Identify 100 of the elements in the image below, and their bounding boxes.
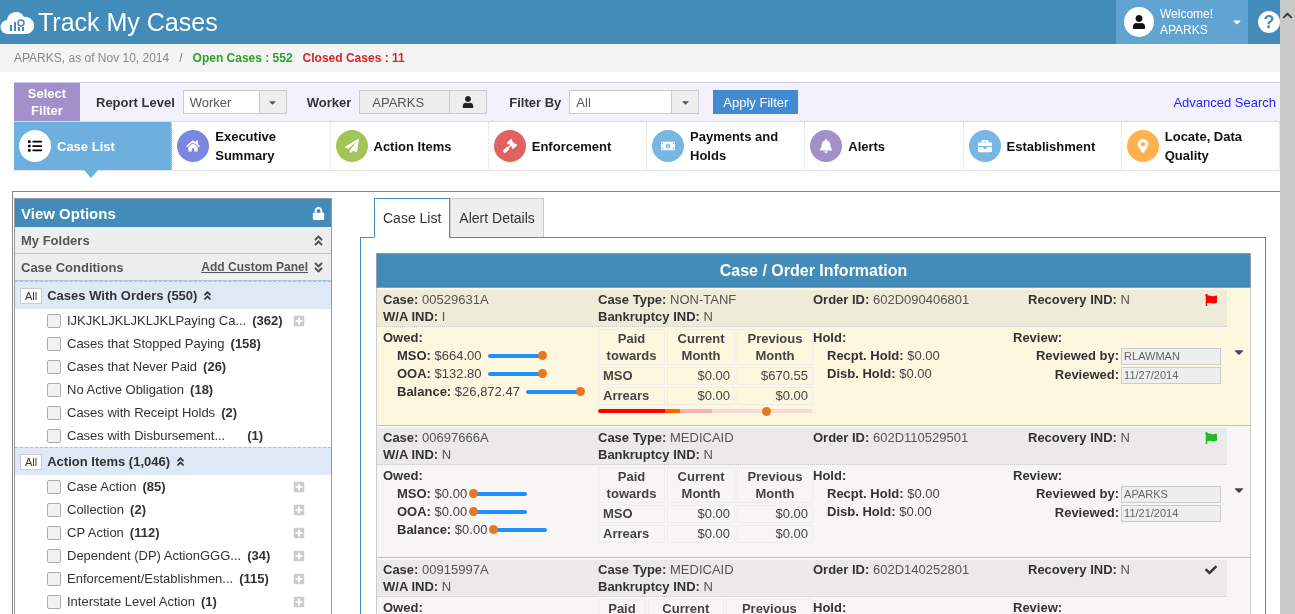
review-field[interactable]: APARKS: [1121, 485, 1222, 503]
panel-title: Case Conditions: [21, 259, 124, 275]
case-field: Case: 00697666A: [383, 429, 598, 446]
item-label: No Active Obligation: [67, 382, 185, 397]
item-count: (26): [203, 359, 227, 374]
report-level-dropdown[interactable]: Worker: [182, 90, 287, 114]
checkbox[interactable]: [47, 571, 61, 586]
advanced-search-link[interactable]: Advanced Search: [1173, 94, 1276, 110]
checkbox[interactable]: [47, 405, 61, 420]
hold-amount: Disb. Hold: $0.00: [826, 503, 933, 521]
item-label: Collection: [67, 502, 125, 517]
item-count: (112): [129, 525, 160, 540]
add-custom-panel-link[interactable]: Add Custom Panel: [201, 260, 308, 274]
view-options-title: View Options: [21, 204, 116, 222]
lock-icon: [312, 206, 325, 220]
checkbox[interactable]: [47, 594, 61, 609]
case-field: Recovery IND: N: [1028, 561, 1222, 578]
plus-icon[interactable]: [293, 480, 305, 493]
table-header: Previous Month: [737, 467, 813, 503]
select-all-button[interactable]: All: [20, 287, 43, 304]
panel-header[interactable]: Case Conditions Add Custom Panel: [15, 254, 331, 281]
table-cell: $670.55: [737, 367, 813, 385]
item-count: (85): [142, 479, 166, 494]
content-tab[interactable]: Alert Details: [450, 198, 544, 237]
case-panel-title: Case / Order Information: [376, 253, 1251, 288]
owed-label: Owed:: [383, 329, 424, 347]
review-label: Reviewed:: [1054, 504, 1120, 522]
table-header: Paid towards: [598, 329, 666, 365]
collapse-icon[interactable]: [175, 456, 187, 467]
apply-filter-button[interactable]: Apply Filter: [713, 90, 799, 114]
group-title: Action Items (1,046): [47, 454, 171, 469]
checkbox[interactable]: [47, 428, 61, 443]
table-cell: $0.00: [737, 387, 813, 405]
table-header: Paid towards: [598, 467, 666, 503]
hold-label: Hold:: [813, 329, 848, 347]
owed-label: Owed:: [383, 599, 424, 614]
case-field: Bankruptcy IND: N: [598, 308, 813, 325]
case-field: Bankruptcy IND: N: [598, 578, 813, 595]
collapse-icon[interactable]: [202, 290, 214, 301]
checkbox[interactable]: [47, 382, 61, 397]
item-label: Cases with Receipt Holds: [67, 405, 216, 420]
worker-field[interactable]: APARKS: [359, 90, 488, 114]
user-avatar-icon: [1124, 7, 1154, 37]
plus-icon[interactable]: [293, 526, 305, 539]
checkbox[interactable]: [47, 313, 61, 328]
table-header: Current: [647, 599, 724, 614]
select-all-button[interactable]: All: [20, 453, 43, 470]
review-label: Review:: [1013, 599, 1064, 614]
plus-icon[interactable]: [293, 572, 305, 585]
collapse-icon[interactable]: [312, 233, 325, 247]
group-title: Cases With Orders (550): [47, 288, 198, 303]
case-field: Order ID: 602D140252801: [813, 561, 1028, 578]
item-label: Enforcement/Establishmen...: [67, 571, 234, 586]
checkbox[interactable]: [47, 548, 61, 563]
table-header: Current Month: [667, 467, 736, 503]
scrollbar[interactable]: [1280, 0, 1295, 614]
review-field[interactable]: RLAWMAN: [1121, 347, 1222, 365]
hold-amount: Recpt. Hold: $0.00: [826, 347, 941, 365]
plus-icon[interactable]: [293, 549, 305, 562]
item-label: CP Action: [67, 525, 124, 540]
content-tab[interactable]: Case List: [374, 198, 451, 238]
table-cell: Arrears: [598, 387, 666, 405]
table-cell: Arrears: [598, 525, 666, 543]
item-label: IJKJKLJKLJKLJKLPaying Ca...: [67, 313, 247, 328]
review-field[interactable]: 11/27/2014: [1121, 366, 1222, 384]
plus-icon[interactable]: [293, 314, 305, 327]
help-button[interactable]: ?: [1258, 11, 1280, 33]
owed-amount: OOA: $0.00: [397, 503, 468, 521]
table-header: Previous Month: [737, 329, 813, 365]
filter-by-label: Filter By: [509, 94, 562, 110]
table-header: Paid: [598, 599, 646, 614]
scroll-up-icon[interactable]: [1282, 10, 1293, 21]
case-field: Order ID: 602D090406801: [813, 291, 1028, 308]
checkbox[interactable]: [47, 502, 61, 517]
plus-icon[interactable]: [293, 503, 305, 516]
table-cell: $0.00: [667, 387, 736, 405]
item-count: (2): [221, 405, 237, 420]
panel-header[interactable]: My Folders: [15, 227, 331, 254]
plus-icon[interactable]: [293, 595, 305, 608]
item-label: Case Action: [67, 479, 137, 494]
expand-icon[interactable]: [312, 260, 325, 274]
checkbox[interactable]: [47, 336, 61, 351]
review-label: Reviewed by:: [1036, 347, 1120, 365]
review-field[interactable]: 11/21/2014: [1121, 504, 1222, 522]
person-icon[interactable]: [462, 96, 475, 108]
checkbox[interactable]: [47, 359, 61, 374]
review-label: Reviewed:: [1054, 366, 1120, 384]
checkbox[interactable]: [47, 525, 61, 540]
table-cell: $0.00: [737, 505, 813, 523]
table-cell: MSO: [598, 505, 666, 523]
hold-label: Hold:: [813, 467, 848, 485]
owed-amount: Balance: $26,872.47: [397, 383, 520, 401]
tab-pointer: [84, 170, 98, 178]
hold-label: Hold:: [813, 599, 848, 614]
owed-label: Owed:: [383, 467, 424, 485]
checkbox[interactable]: [47, 479, 61, 494]
report-level-label: Report Level: [96, 94, 175, 110]
table-cell: MSO: [598, 367, 666, 385]
filter-by-dropdown[interactable]: All: [569, 90, 700, 114]
item-count: (1): [200, 594, 217, 609]
